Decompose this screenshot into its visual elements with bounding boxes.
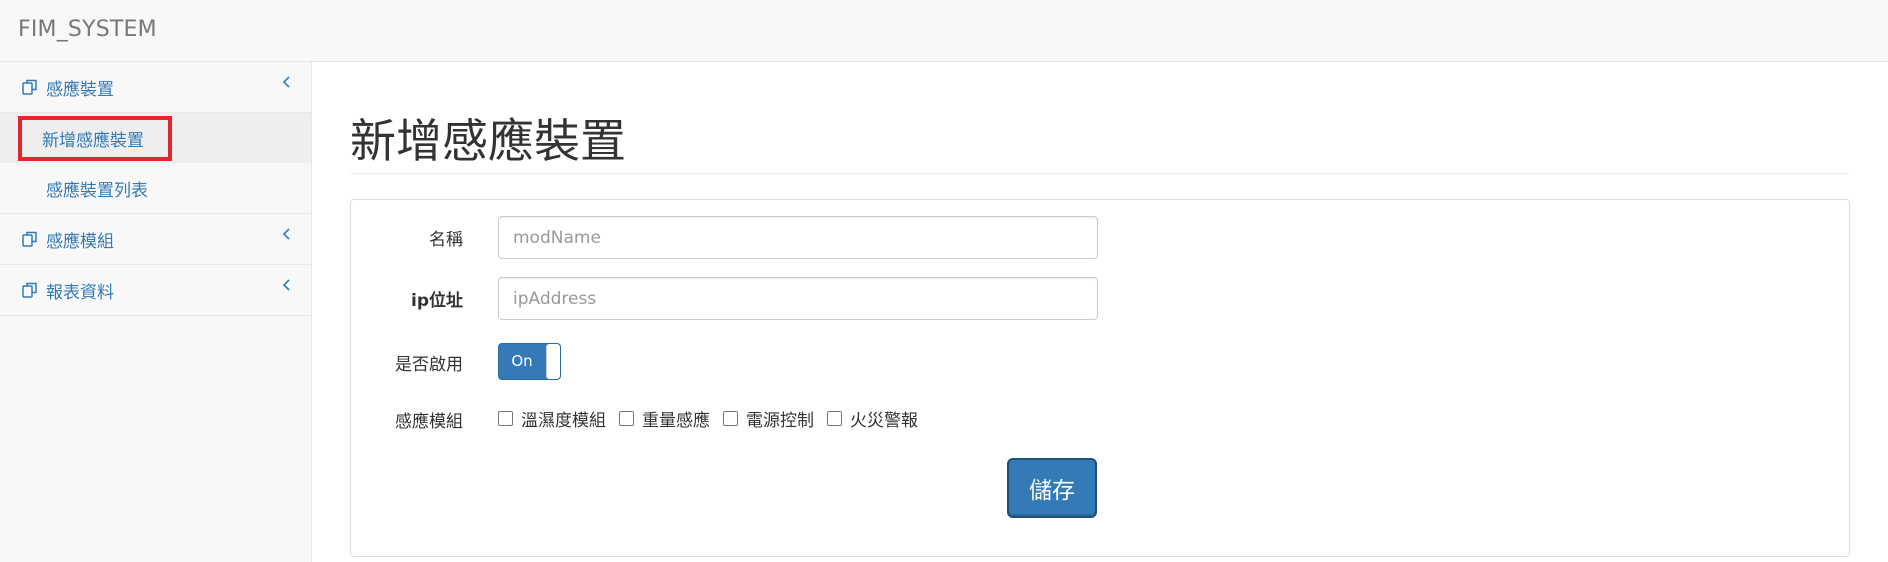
checkbox-label: 電源控制 [746,410,814,431]
checkbox-label: 溫濕度模組 [521,410,606,431]
name-input[interactable] [498,216,1098,259]
chevron-left-icon [282,76,290,88]
checkbox-label: 重量感應 [642,410,710,431]
sidebar-group-label: 報表資料 [46,282,114,303]
ip-input[interactable] [498,277,1098,320]
save-button[interactable]: 儲存 [1007,458,1097,518]
sidebar: 感應裝置 新增感應裝置 感應裝置列表 感應模組 報表資料 [0,62,312,562]
module-checkbox-temp-humidity[interactable]: 溫濕度模組 [498,406,606,431]
sidebar-group-reports[interactable]: 報表資料 [0,265,311,316]
sidebar-group-label: 感應裝置 [46,79,114,100]
sidebar-item-add-device[interactable]: 新增感應裝置 [0,113,311,163]
modules-checkbox-group: 溫濕度模組 重量感應 電源控制 火災警報 [498,406,931,431]
sidebar-group-sensor-devices[interactable]: 感應裝置 [0,62,311,113]
checkbox[interactable] [827,410,842,426]
sidebar-submenu: 新增感應裝置 感應裝置列表 [0,113,311,214]
sidebar-group-sensor-modules[interactable]: 感應模組 [0,214,311,265]
sidebar-item-device-list[interactable]: 感應裝置列表 [0,163,311,213]
module-checkbox-power[interactable]: 電源控制 [723,406,814,431]
chevron-left-icon [282,279,290,291]
name-label: 名稱 [429,230,463,250]
ip-label: ip位址 [411,291,463,311]
chevron-left-icon [282,228,290,240]
checkbox-label: 火災警報 [850,410,918,431]
title-divider [350,173,1850,174]
page-title: 新增感應裝置 [350,114,626,168]
copy-icon [20,77,40,97]
checkbox[interactable] [723,410,738,426]
toggle-on-label: On [511,352,533,370]
copy-icon [20,280,40,300]
toggle-handle[interactable] [546,344,560,379]
form-panel: 名稱 ip位址 是否啟用 On 感應模組 溫濕度模組 重量感應 電源控制 [350,199,1850,557]
module-checkbox-fire-alarm[interactable]: 火災警報 [827,406,918,431]
checkbox[interactable] [498,410,513,426]
sidebar-item-label: 感應裝置列表 [46,180,148,201]
top-navbar: FIM_SYSTEM [0,0,1888,62]
copy-icon [20,229,40,249]
sidebar-item-label: 新增感應裝置 [18,115,172,161]
modules-label: 感應模組 [395,412,463,432]
checkbox[interactable] [619,410,634,426]
brand-title[interactable]: FIM_SYSTEM [18,16,157,44]
enable-label: 是否啟用 [395,355,463,375]
enable-toggle[interactable]: On [498,343,561,380]
sidebar-group-label: 感應模組 [46,231,114,252]
module-checkbox-weight[interactable]: 重量感應 [619,406,710,431]
